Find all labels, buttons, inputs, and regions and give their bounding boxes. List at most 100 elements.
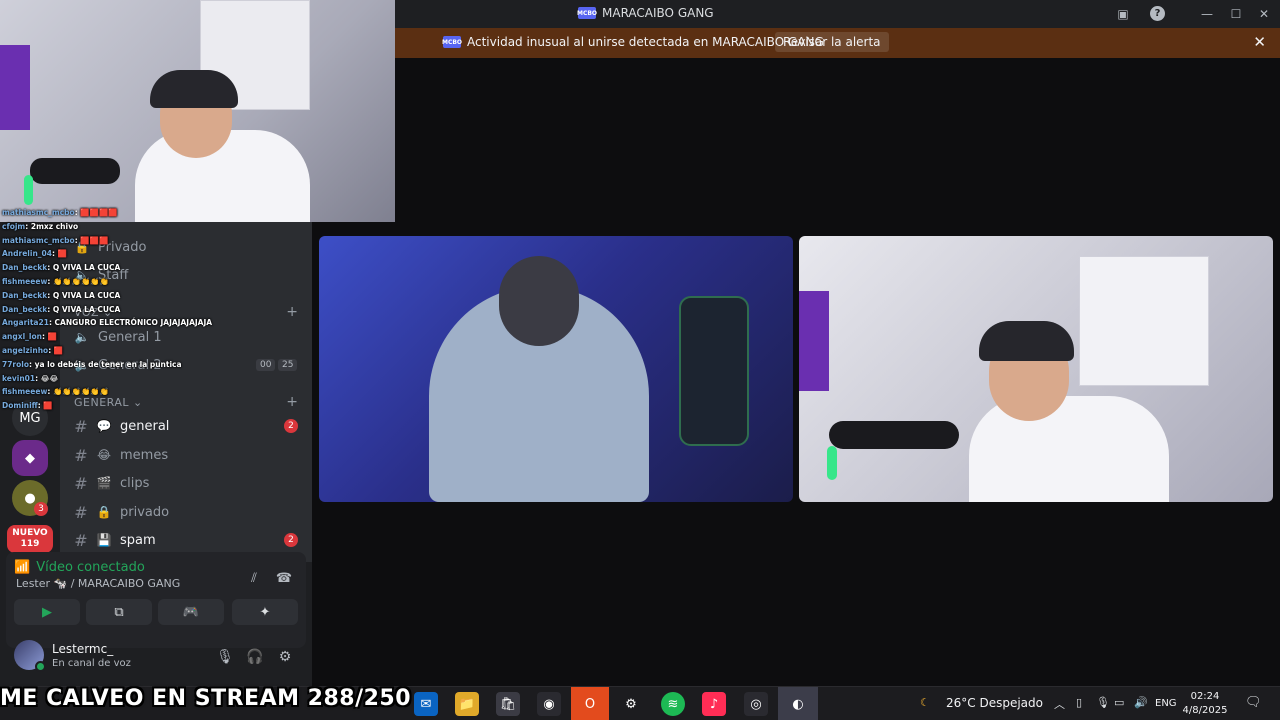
chat-bubble-icon: 💬	[96, 419, 112, 433]
stream-caption: ME CALVEO EN STREAM 288/250	[0, 686, 412, 711]
chat-text: : 🟥🟥🟥🟥	[74, 208, 118, 217]
headphones-icon[interactable]: 🎧	[244, 646, 266, 668]
gear-icon[interactable]: ⚙	[274, 646, 296, 668]
volume-icon[interactable]: 🔊	[1134, 696, 1148, 709]
chat-message: fishmeeew: 👏👏👏👏👏👏	[2, 275, 242, 289]
add-voice-channel-icon[interactable]: +	[286, 304, 298, 320]
participant-head	[499, 256, 579, 346]
settings-icon[interactable]: ⚙	[619, 692, 643, 716]
mic-tray-icon[interactable]: 🎙	[1096, 696, 1110, 709]
noise-suppression-icon[interactable]: ⫽	[244, 568, 264, 588]
add-text-channel-icon[interactable]: +	[286, 394, 298, 410]
video-button[interactable]: ▶	[14, 599, 80, 625]
host-shirt	[969, 396, 1169, 502]
help-icon[interactable]: ?	[1150, 6, 1165, 21]
user-status: En canal de voz	[52, 658, 131, 669]
chat-text: : 😂😂	[35, 373, 59, 383]
tray-app-icon[interactable]: ▯	[1076, 696, 1082, 709]
chat-text: : 🟥	[37, 401, 53, 411]
channel-label: spam	[120, 532, 156, 548]
video-tile-guest[interactable]	[319, 236, 793, 502]
voice-status: 📶 Vídeo conectado	[14, 560, 145, 575]
weather-text[interactable]: 26°C Despejado	[946, 696, 1043, 710]
store-icon[interactable]: 🛍	[496, 692, 520, 716]
maximize-icon[interactable]: ☐	[1227, 5, 1245, 23]
close-alert-icon[interactable]: ✕	[1253, 33, 1266, 51]
opera-icon[interactable]: O	[571, 687, 609, 720]
chat-username: fishmeeew	[2, 276, 48, 286]
microphone	[829, 421, 959, 449]
username[interactable]: Lestermc_	[52, 642, 113, 656]
laugh-emoji-icon: 😂	[96, 448, 112, 462]
soundboard-button[interactable]: ✦	[232, 599, 298, 625]
tiktok-icon[interactable]: ♪	[702, 692, 726, 716]
online-status-icon	[35, 661, 46, 672]
weather-moon-icon: ☾	[920, 696, 930, 709]
webcam-mic	[30, 158, 120, 184]
chat-message: 77rolo: ya lo debéis de tener en la punt…	[2, 358, 242, 372]
screen-share-button[interactable]: ⧉	[86, 599, 152, 625]
activities-button[interactable]: 🎮	[158, 599, 224, 625]
channel-privado[interactable]: # 🔒 privado	[74, 501, 169, 523]
channel-clips[interactable]: # 🎬 clips	[74, 472, 149, 494]
language-indicator[interactable]: ENG	[1155, 698, 1177, 709]
chat-username: fishmeeew	[2, 387, 48, 397]
hash-icon: #	[74, 473, 88, 493]
chat-message: fishmeeew: 👏👏👏👏👏👏	[2, 385, 242, 399]
server-icon-2[interactable]: ◆	[12, 440, 48, 476]
clock[interactable]: 02:24 4/8/2025	[1180, 690, 1230, 718]
avatar[interactable]	[14, 640, 46, 672]
chat-message: angxl_lon: 🟥	[2, 330, 242, 344]
chrome-icon[interactable]: ◎	[744, 692, 768, 716]
minimize-icon[interactable]: —	[1198, 5, 1216, 23]
chat-text: : Q VIVA LA CUCA	[47, 290, 121, 300]
hash-icon: #	[74, 445, 88, 465]
chat-message: Dan_beckk: Q VIVA LA CUCA	[2, 303, 242, 317]
outlook-icon[interactable]: ✉	[414, 692, 438, 716]
obs-icon[interactable]: ◉	[537, 692, 561, 716]
hash-icon: #	[74, 530, 88, 550]
server-badge: 3	[34, 502, 48, 516]
network-icon[interactable]: ▭	[1114, 696, 1124, 709]
review-alert-button[interactable]: Revisar la alerta	[775, 32, 889, 52]
discord-taskbar-icon[interactable]: ◐	[778, 687, 818, 720]
channel-label: clips	[120, 475, 150, 491]
mic-glow	[827, 446, 837, 480]
chevron-up-icon[interactable]: ︿	[1054, 696, 1065, 712]
channel-label: memes	[120, 447, 169, 463]
server-new[interactable]: NUEVO 119	[7, 525, 53, 553]
channel-memes[interactable]: # 😂 memes	[74, 444, 168, 466]
chat-username: Dan_beckk	[2, 263, 48, 273]
chat-message: cfojm: 2mxz chivo	[2, 220, 242, 234]
new-count: 119	[20, 539, 40, 549]
chat-username: angelzinho	[2, 345, 49, 355]
spotify-icon[interactable]: ≋	[661, 692, 685, 716]
chat-message: Dan_beckk: Q VIVA LA CUCA	[2, 261, 242, 275]
clock-date: 4/8/2025	[1182, 705, 1228, 716]
chat-message: mathiasmc_mcbo: 🟥🟥🟥	[2, 234, 242, 248]
chat-message: Angarita21: CANGURO ELECTRÓNICO JAJAJAJA…	[2, 316, 242, 330]
lock-icon: 🔒	[96, 505, 112, 519]
chat-username: mathiasmc_mcbo	[2, 208, 75, 217]
user-limit-pill: 25	[278, 359, 298, 371]
gaming-chair	[679, 296, 749, 446]
chat-message: Dan_beckk: Q VIVA LA CUCA	[2, 289, 242, 303]
title-bar: MCBO MARACAIBO GANG ▣ ? — ☐ ✕	[395, 0, 1280, 28]
notifications-icon[interactable]: 🗨	[1245, 695, 1262, 710]
disconnect-icon[interactable]: ☎	[274, 568, 294, 588]
close-window-icon[interactable]: ✕	[1255, 5, 1273, 23]
video-tile-host[interactable]	[799, 236, 1273, 502]
chat-username: angxl_lon	[2, 332, 42, 342]
chat-message: Andrelin_04: 🟥	[2, 247, 242, 261]
channel-general[interactable]: # 💬 general	[74, 415, 169, 437]
background-monitor	[799, 291, 829, 391]
inbox-icon[interactable]: ▣	[1114, 5, 1132, 23]
webcam-monitor	[0, 45, 30, 130]
channel-spam[interactable]: # 💾 spam	[74, 529, 156, 551]
user-count-pill: 00	[256, 359, 276, 371]
microphone-icon[interactable]: 🎙	[214, 646, 236, 668]
video-stage	[312, 58, 1280, 686]
clock-time: 02:24	[1190, 691, 1220, 702]
signal-icon: 📶	[14, 560, 31, 575]
file-explorer-icon[interactable]: 📁	[455, 692, 479, 716]
